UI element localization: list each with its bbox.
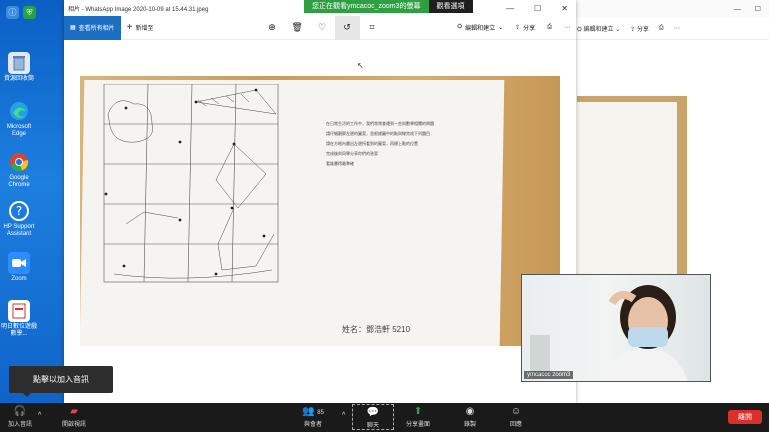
headphones-icon: 🎧	[13, 406, 27, 417]
zoom-icon	[8, 252, 30, 274]
worksheet-paper	[577, 102, 677, 278]
chat-icon: 💬	[366, 407, 380, 418]
chevron-down-icon: ⌄	[498, 25, 504, 31]
desktop-icon-label: 明日數位遊戲數學...	[0, 324, 37, 337]
photo-canvas[interactable]: 在日常生活的工作中，我們常常會遇到一些與數學相關的問題 請仔細觀察左邊的圖案，並…	[64, 40, 576, 403]
desktop-icon-label: Google Chrome	[8, 175, 30, 188]
reactions-icon: ☺	[510, 406, 522, 417]
document-icon	[8, 300, 30, 322]
info-badge-icon: ⓘ	[6, 6, 19, 19]
worksheet-paragraph: 請在方格內畫出左邊所看到的圖案，再標上點的位置	[326, 141, 418, 146]
minimize-button[interactable]: —	[506, 4, 514, 13]
rotate-icon[interactable]: ↺	[334, 15, 360, 40]
chat-button[interactable]: 💬 聊天	[352, 404, 394, 430]
share-button[interactable]: ⇪ 分享	[509, 16, 541, 40]
record-icon: ◉	[465, 406, 475, 417]
worksheet-paragraph: 在日常生活的工作中，我們常常會遇到一些與數學相關的問題	[326, 121, 434, 126]
worksheet-paragraph: 完成後與同學分享你們的答案	[326, 151, 378, 156]
view-options-button[interactable]: 觀看選項	[428, 0, 473, 13]
edge-icon	[8, 100, 30, 122]
participants-chevron-icon[interactable]: ^	[342, 412, 345, 419]
desktop-icon-label: Zoom	[11, 276, 27, 282]
worksheet-signature: 姓名：鄧浩軒 5210	[342, 325, 411, 334]
share-button[interactable]: ⇪ 分享	[630, 24, 649, 33]
desktop-icon-chrome[interactable]: Google Chrome	[0, 151, 38, 189]
photo-preview	[577, 96, 687, 286]
participant-name: ymcacoc zoom3	[524, 371, 574, 379]
window-title: 相片 - WhatsApp Image 2020-10-09 at 15.44.…	[68, 6, 209, 13]
window-controls: — ☐	[573, 0, 769, 18]
zoom-meeting-bar: 🎧 加入音訊 ^ ▰ 開啟視訊 👥 85 與會者 ^ 💬 聊天 ⬆ 分享畫面 ◉…	[0, 403, 769, 432]
video-off-icon: ▰	[70, 406, 78, 417]
desktop-icon-label: 資源回收筒	[3, 76, 34, 82]
share-screen-button[interactable]: ⬆ 分享畫面	[406, 406, 430, 428]
desktop-icon-label: HP Support Assistant	[3, 224, 35, 237]
drawing-grid	[103, 84, 279, 283]
more-icon[interactable]: ⋯	[674, 25, 680, 32]
add-to-button[interactable]: + 新增至	[121, 16, 160, 40]
crop-icon[interactable]: ⌗	[360, 16, 385, 40]
window-controls: — ☐ ✕	[506, 4, 576, 13]
maximize-button[interactable]: ☐	[755, 5, 761, 13]
recycle-bin-icon	[8, 52, 30, 74]
desktop-icon-recycle-bin[interactable]: 資源回收筒	[0, 52, 38, 83]
participant-count: 85	[317, 410, 324, 416]
photo-actions: ⊕ 🗑 ♡ ↺ ⌗	[260, 15, 385, 40]
photos-window[interactable]: 相片 - WhatsApp Image 2020-10-09 at 15.44.…	[64, 0, 576, 403]
join-audio-tooltip: 點擊以加入音訊	[9, 366, 113, 397]
photos-toolbar: ▦ 查看所有相片 + 新增至 ⊕ 🗑 ♡ ↺ ⌗ ⛭ 編輯和建立 ⌄ ⇪ 分享 …	[64, 15, 576, 40]
desktop-icon-zoom[interactable]: Zoom	[0, 252, 38, 283]
close-button[interactable]: ✕	[561, 4, 568, 13]
worksheet-paragraph: 請仔細觀察左邊的圖案，並根據圖中的點與線完成下列題目	[326, 131, 430, 136]
help-icon: ?	[8, 200, 30, 222]
see-all-photos-button[interactable]: ▦ 查看所有相片	[64, 15, 121, 40]
desktop-icon-edge[interactable]: Microsoft Edge	[0, 100, 38, 138]
share-banner: 您正在觀看ymcacoc_zoom3的螢幕 觀看選項	[304, 0, 473, 13]
print-icon[interactable]: ⎙	[659, 25, 664, 32]
participant-avatar	[530, 285, 688, 381]
edit-icon: ⛭	[457, 24, 463, 30]
start-video-button[interactable]: ▰ 開啟視訊	[62, 406, 86, 428]
plus-icon: +	[126, 22, 133, 33]
join-audio-button[interactable]: 🎧 加入音訊	[8, 406, 32, 428]
minimize-button[interactable]: —	[734, 6, 741, 13]
edit-create-button[interactable]: ⛭ 編輯和建立 ⌄	[451, 16, 509, 40]
participants-button[interactable]: 👥 85 與會者	[302, 406, 324, 428]
mouse-cursor-icon: ↖	[357, 61, 364, 70]
status-badges: ⓘ ⛨	[6, 6, 36, 19]
desktop-icon-hp-support[interactable]: ? HP Support Assistant	[0, 200, 38, 238]
print-icon[interactable]: ⎙	[541, 16, 558, 40]
favorite-icon[interactable]: ♡	[310, 16, 335, 40]
photos-icon: ▦	[70, 25, 76, 31]
edit-create-button[interactable]: ⛭ 編輯和建立 ⌄	[577, 24, 620, 34]
delete-icon[interactable]: 🗑	[285, 16, 310, 40]
maximize-button[interactable]: ☐	[534, 4, 541, 13]
photos-toolbar-secondary: ⛭ 編輯和建立 ⌄ ⇪ 分享 ⎙ ⋯	[573, 18, 769, 40]
share-icon: ⇪	[515, 25, 521, 31]
leave-meeting-button[interactable]: 離開	[728, 410, 762, 424]
zoom-in-icon[interactable]: ⊕	[260, 16, 285, 40]
share-screen-icon: ⬆	[413, 406, 423, 417]
worksheet-paragraph: 看誰畫得最準確	[326, 161, 354, 166]
more-icon[interactable]: ⋯	[558, 16, 576, 40]
record-button[interactable]: ◉ 錄製	[464, 406, 476, 428]
desktop-icon-label: Microsoft Edge	[6, 124, 32, 137]
desktop-icon-shortcut[interactable]: 明日數位遊戲數學...	[0, 300, 38, 338]
expand-icon[interactable]: ⤢	[686, 386, 693, 397]
audio-options-chevron-icon[interactable]: ^	[38, 412, 41, 419]
expand-icon[interactable]: ⤢	[560, 383, 567, 394]
reactions-button[interactable]: ☺ 回應	[510, 406, 522, 428]
svg-text:?: ?	[16, 204, 22, 218]
photo-actions-right: ⛭ 編輯和建立 ⌄ ⇪ 分享 ⎙ ⋯	[451, 16, 576, 40]
shield-icon: ⛨	[23, 6, 36, 19]
participants-icon: 👥 85	[302, 406, 324, 417]
share-banner-message: 您正在觀看ymcacoc_zoom3的螢幕	[304, 0, 429, 13]
participant-video[interactable]: ymcacoc zoom3	[521, 274, 711, 382]
chrome-icon	[8, 151, 30, 173]
worksheet-text: 在日常生活的工作中，我們常常會遇到一些與數學相關的問題 請仔細觀察左邊的圖案，並…	[326, 120, 476, 170]
